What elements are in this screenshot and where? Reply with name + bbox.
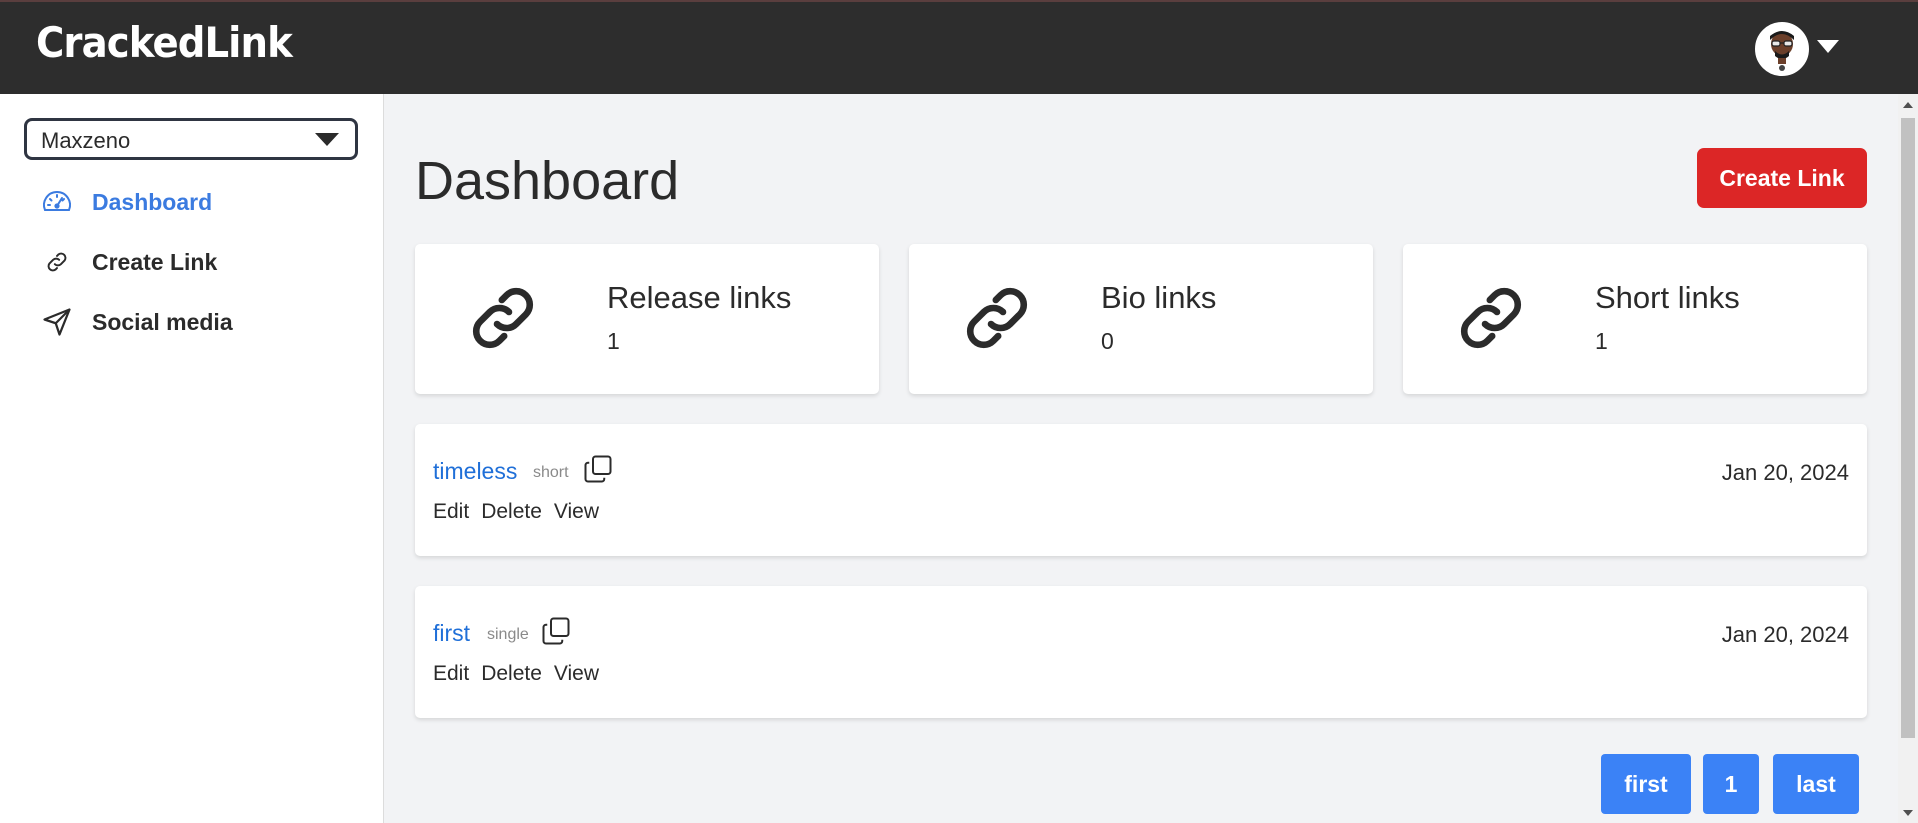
caret-down-icon[interactable]	[1817, 40, 1839, 53]
link-icon	[40, 245, 74, 279]
link-actions: Edit Delete View	[433, 500, 599, 524]
chevron-down-icon	[315, 133, 339, 146]
sidebar-item-social-media[interactable]: Social media	[40, 304, 233, 340]
stat-card-short-links[interactable]: Short links 1	[1403, 244, 1867, 394]
scrollbar-thumb[interactable]	[1901, 118, 1915, 738]
top-navbar: CrackedLink	[0, 0, 1918, 94]
speedometer-icon	[40, 185, 74, 219]
pagination-page-button[interactable]: 1	[1703, 754, 1759, 814]
page-title: Dashboard	[415, 151, 680, 211]
sidebar-item-label: Dashboard	[92, 188, 213, 215]
organization-select[interactable]: Maxzeno	[24, 118, 358, 160]
copy-icon[interactable]	[541, 616, 571, 646]
link-icon	[1461, 288, 1521, 348]
stat-count: 1	[607, 328, 620, 354]
link-type-badge: short	[533, 464, 569, 481]
brand-logo[interactable]: CrackedLink	[36, 18, 293, 67]
stat-title: Short links	[1595, 280, 1740, 315]
scroll-down-icon[interactable]	[1903, 810, 1913, 816]
link-icon	[967, 288, 1027, 348]
stat-card-bio-links[interactable]: Bio links 0	[909, 244, 1373, 394]
link-card: timeless short Jan 20, 2024 Edit Delete …	[415, 424, 1867, 556]
link-icon	[473, 288, 533, 348]
sidebar-item-label: Social media	[92, 308, 233, 335]
send-icon	[40, 305, 74, 339]
stat-count: 0	[1101, 328, 1114, 354]
link-date: Jan 20, 2024	[1721, 460, 1849, 485]
delete-link[interactable]: Delete	[481, 500, 542, 524]
stat-count: 1	[1595, 328, 1608, 354]
link-type-badge: single	[487, 626, 529, 643]
create-link-button[interactable]: Create Link	[1697, 148, 1867, 208]
link-actions: Edit Delete View	[433, 662, 599, 686]
pagination-last-button[interactable]: last	[1773, 754, 1859, 814]
vertical-scrollbar[interactable]	[1898, 94, 1918, 823]
link-name[interactable]: first	[433, 620, 470, 647]
user-avatar-icon[interactable]	[1755, 22, 1809, 76]
edit-link[interactable]: Edit	[433, 662, 469, 686]
view-link[interactable]: View	[554, 662, 599, 686]
pagination-first-button[interactable]: first	[1601, 754, 1691, 814]
edit-link[interactable]: Edit	[433, 500, 469, 524]
scroll-up-icon[interactable]	[1903, 102, 1913, 108]
view-link[interactable]: View	[554, 500, 599, 524]
organization-select-value: Maxzeno	[41, 128, 131, 153]
link-card: first single Jan 20, 2024 Edit Delete Vi…	[415, 586, 1867, 718]
stat-title: Release links	[607, 280, 792, 315]
sidebar-item-create-link[interactable]: Create Link	[40, 244, 217, 280]
delete-link[interactable]: Delete	[481, 662, 542, 686]
avatar-image	[1757, 24, 1807, 74]
copy-icon[interactable]	[583, 454, 613, 484]
link-date: Jan 20, 2024	[1721, 622, 1849, 647]
sidebar-item-dashboard[interactable]: Dashboard	[40, 184, 212, 220]
sidebar-item-label: Create Link	[92, 248, 218, 275]
main-content: Dashboard Create Link Release links 1 Bi…	[385, 94, 1898, 823]
stat-title: Bio links	[1101, 280, 1217, 315]
sidebar: Maxzeno Dashboard Create Link Social med…	[0, 94, 384, 823]
link-name[interactable]: timeless	[433, 458, 517, 485]
stat-card-release-links[interactable]: Release links 1	[415, 244, 879, 394]
